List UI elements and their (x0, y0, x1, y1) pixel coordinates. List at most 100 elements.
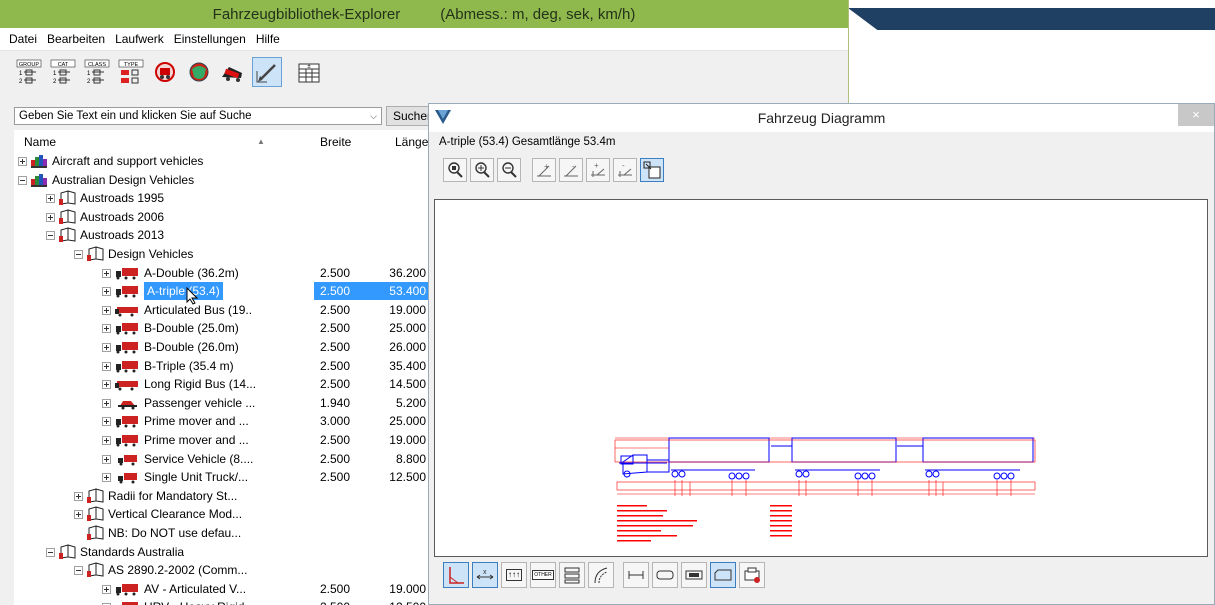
length-button[interactable] (623, 562, 649, 588)
tree-row[interactable]: Austroads 1995 (14, 189, 434, 207)
close-button[interactable]: × (1178, 104, 1214, 126)
plan-view-button[interactable] (443, 562, 469, 588)
menu-datei[interactable]: Datei (4, 32, 42, 46)
tree-row[interactable]: Service Vehicle (8.... 2.500 8.800 (14, 450, 434, 468)
expand-toggle-icon[interactable] (102, 268, 111, 278)
expand-toggle-icon[interactable] (102, 398, 111, 408)
layers-button[interactable] (559, 562, 585, 588)
tree-row[interactable]: A-Double (36.2m) 2.500 36.200 (14, 264, 434, 282)
expand-toggle-icon[interactable] (102, 324, 111, 334)
tree-row[interactable]: Passenger vehicle ... 1.940 5.200 (14, 394, 434, 412)
class-view-button[interactable]: CLASS 1 2 (82, 57, 112, 87)
svg-text:+: + (594, 161, 599, 170)
diagram-canvas[interactable] (434, 199, 1208, 557)
type-view-button[interactable]: TYPE (116, 57, 146, 87)
tree-row[interactable]: HRV - Heavy Rigid... 2.500 12.500 (14, 598, 434, 605)
group-view-button[interactable]: GROUP 1 2 (14, 57, 44, 87)
expand-toggle-icon[interactable] (102, 380, 111, 390)
table-button[interactable]: ± (294, 57, 324, 87)
remove-dimension-button[interactable]: - (613, 158, 637, 182)
globe-button[interactable] (184, 57, 214, 87)
expand-toggle-icon[interactable] (102, 584, 111, 594)
expand-toggle-icon[interactable] (74, 491, 83, 501)
menu-hilfe[interactable]: Hilfe (251, 32, 285, 46)
tree-row[interactable]: Articulated Bus (19.. 2.500 19.000 (14, 301, 434, 319)
expand-toggle-icon[interactable] (102, 417, 111, 427)
menu-einstellungen[interactable]: Einstellungen (169, 32, 251, 46)
layers-icon (564, 567, 580, 584)
vehicle-filter-button[interactable] (150, 57, 180, 87)
zoom-out-icon (502, 162, 517, 178)
expand-toggle-icon[interactable] (46, 231, 55, 241)
tree-row-width: 2.500 (320, 433, 351, 447)
zoom-in-button[interactable] (470, 158, 494, 182)
tree-row[interactable]: Austroads 2006 (14, 208, 434, 226)
tree-row[interactable]: AV - Articulated V... 2.500 19.000 (14, 580, 434, 598)
diagram-toolbar: + - + - (443, 158, 664, 182)
tree-row[interactable]: Australian Design Vehicles (14, 171, 434, 189)
trailer-icon (685, 570, 703, 580)
zoom-fit-button[interactable] (443, 158, 467, 182)
tree-row[interactable]: Standards Australia (14, 543, 434, 561)
expand-toggle-icon[interactable] (46, 194, 55, 204)
search-placeholder: Geben Sie Text ein und klicken Sie auf S… (19, 110, 252, 122)
tree-row-length: 36.200 (389, 265, 426, 280)
tree-header: Name ▲ Breite Länge (14, 130, 434, 152)
tree-row[interactable]: Prime mover and ... 3.000 25.000 (14, 412, 434, 430)
tree-row[interactable]: Long Rigid Bus (14... 2.500 14.500 (14, 375, 434, 393)
expand-toggle-icon[interactable] (102, 305, 111, 315)
tree-row[interactable]: A-triple (53.4) 2.500 53.400 (14, 282, 434, 301)
truck-button[interactable] (218, 57, 248, 87)
tree-row[interactable]: Austroads 2013 (14, 226, 434, 244)
tree-row[interactable]: B-Double (26.0m) 2.500 26.000 (14, 338, 434, 356)
trailer-button[interactable] (681, 562, 707, 588)
tree-row[interactable]: Radii for Mandatory St... (14, 487, 434, 505)
tree-row[interactable]: AS 2890.2-2002 (Comm... (14, 561, 434, 579)
expand-toggle-icon[interactable] (18, 157, 27, 166)
zoom-out-button[interactable] (497, 158, 521, 182)
menu-laufwerk[interactable]: Laufwerk (110, 32, 169, 46)
expand-toggle-icon[interactable] (74, 566, 83, 576)
body-button[interactable] (652, 562, 678, 588)
expand-toggle-icon[interactable] (18, 175, 27, 185)
cat-view-button[interactable]: CAT 1 2 (48, 57, 78, 87)
menu-bearbeiten[interactable]: Bearbeiten (42, 32, 110, 46)
tree-row[interactable]: Prime mover and ... 2.500 19.000 (14, 431, 434, 449)
column-name[interactable]: Name (24, 135, 56, 149)
remove-axle-button[interactable]: - (559, 158, 583, 182)
column-length[interactable]: Länge (395, 135, 428, 149)
tree-row[interactable]: B-Double (25.0m) 2.500 25.000 (14, 319, 434, 337)
edit-button[interactable] (252, 57, 282, 87)
expand-toggle-icon[interactable] (102, 343, 111, 352)
expand-toggle-icon[interactable] (74, 510, 83, 520)
expand-toggle-icon[interactable] (102, 436, 111, 445)
cab-button[interactable] (710, 562, 736, 588)
add-axle-button[interactable]: + (532, 158, 556, 182)
tree-row[interactable]: Single Unit Truck/... 2.500 12.500 (14, 468, 434, 486)
expand-toggle-icon[interactable] (102, 361, 111, 371)
tree-row[interactable]: NB: Do NOT use defau... (14, 524, 434, 542)
other-text-button[interactable]: OTHER (530, 562, 556, 588)
expand-toggle-icon[interactable] (46, 212, 55, 222)
expand-toggle-icon[interactable] (74, 250, 83, 259)
expand-toggle-icon[interactable] (102, 287, 111, 297)
select-region-button[interactable] (640, 158, 664, 182)
axle-text-button[interactable]: ↑↑↑ (501, 562, 527, 588)
print-button[interactable] (739, 562, 765, 588)
tree-row[interactable]: Vertical Clearance Mod... (14, 505, 434, 523)
width-dimension-button[interactable]: x (472, 562, 498, 588)
turn-path-button[interactable] (588, 562, 614, 588)
tree-row[interactable]: Design Vehicles (14, 245, 434, 263)
chevron-down-icon[interactable]: ⌵ (370, 111, 377, 122)
tree-row[interactable]: B-Triple (35.4 m) 2.500 35.400 (14, 357, 434, 375)
expand-toggle-icon[interactable] (102, 473, 111, 483)
add-dimension-button[interactable]: + (586, 158, 610, 182)
cab-icon (714, 569, 732, 581)
expand-toggle-icon[interactable] (102, 454, 111, 464)
tree-row[interactable]: Aircraft and support vehicles (14, 152, 434, 170)
expand-toggle-icon[interactable] (46, 547, 55, 557)
tree-row-label: A-Double (36.2m) (144, 265, 239, 280)
main-titlebar: Fahrzeugbibliothek-Explorer (Abmess.: m,… (0, 0, 848, 28)
search-input[interactable]: Geben Sie Text ein und klicken Sie auf S… (14, 107, 382, 125)
column-width[interactable]: Breite (320, 135, 351, 149)
